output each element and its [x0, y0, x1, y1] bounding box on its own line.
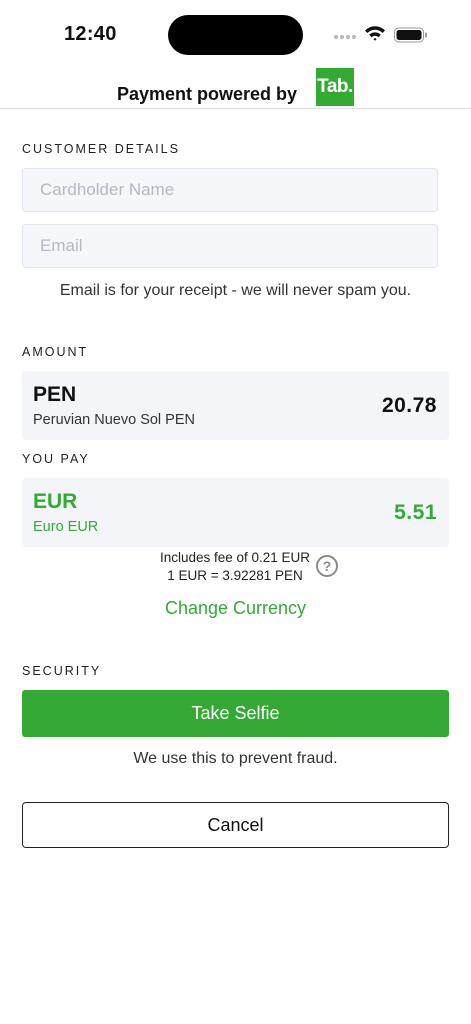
customer-details-label: CUSTOMER DETAILS [22, 142, 180, 156]
you-pay-currency-code: EUR [33, 490, 78, 513]
cancel-button[interactable]: Cancel [22, 802, 449, 848]
status-bar: 12:40 [0, 0, 471, 70]
wifi-icon [365, 26, 385, 41]
amount-currency-code: PEN [33, 383, 77, 406]
email-input[interactable] [22, 224, 438, 268]
you-pay-value: 5.51 [394, 501, 437, 524]
dynamic-island [168, 15, 303, 55]
battery-icon [394, 27, 427, 43]
fee-text: Includes fee of 0.21 EUR [159, 550, 311, 565]
cardholder-name-input[interactable] [22, 168, 438, 212]
email-helper-text: Email is for your receipt - we will neve… [59, 282, 412, 299]
tab-logo: Tab. [316, 68, 354, 106]
amount-value: 20.78 [381, 394, 437, 417]
status-time: 12:40 [64, 23, 117, 45]
security-label: SECURITY [22, 664, 102, 678]
you-pay-label: YOU PAY [22, 452, 90, 466]
amount-currency-name: Peruvian Nuevo Sol PEN [33, 412, 195, 428]
take-selfie-button[interactable]: Take Selfie [22, 690, 449, 737]
powered-by-text: Payment powered by [117, 84, 298, 104]
amount-panel: PEN Peruvian Nuevo Sol PEN 20.78 [22, 371, 449, 440]
payment-header: Payment powered by Tab. [0, 68, 471, 109]
you-pay-currency-name: Euro EUR [33, 519, 99, 535]
cellular-signal-icon [334, 33, 358, 41]
change-currency-button[interactable]: Change Currency [0, 598, 471, 619]
exchange-rate-text: 1 EUR = 3.92281 PEN [167, 568, 303, 583]
amount-label: AMOUNT [22, 345, 89, 359]
help-glyph: ? [322, 558, 332, 574]
fraud-helper-text: We use this to prevent fraud. [133, 750, 338, 767]
you-pay-panel: EUR Euro EUR 5.51 [22, 478, 449, 547]
help-circle-icon[interactable]: ? [316, 555, 338, 577]
